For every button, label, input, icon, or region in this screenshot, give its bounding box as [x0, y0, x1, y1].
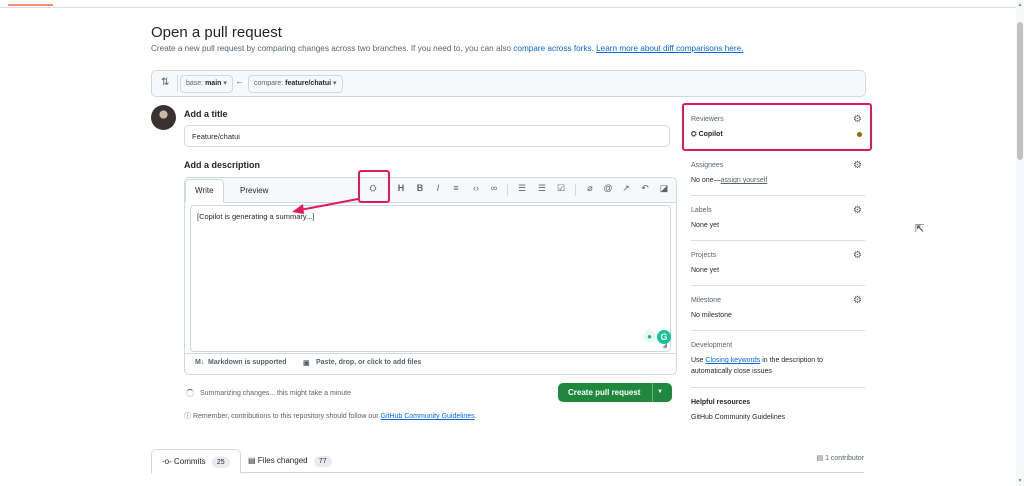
annotation-layer: [292, 198, 359, 214]
annotation-arrow-head: [292, 204, 304, 214]
annotation-arrow-line: [299, 198, 359, 211]
mouse-cursor-icon: ⇱: [915, 223, 925, 235]
